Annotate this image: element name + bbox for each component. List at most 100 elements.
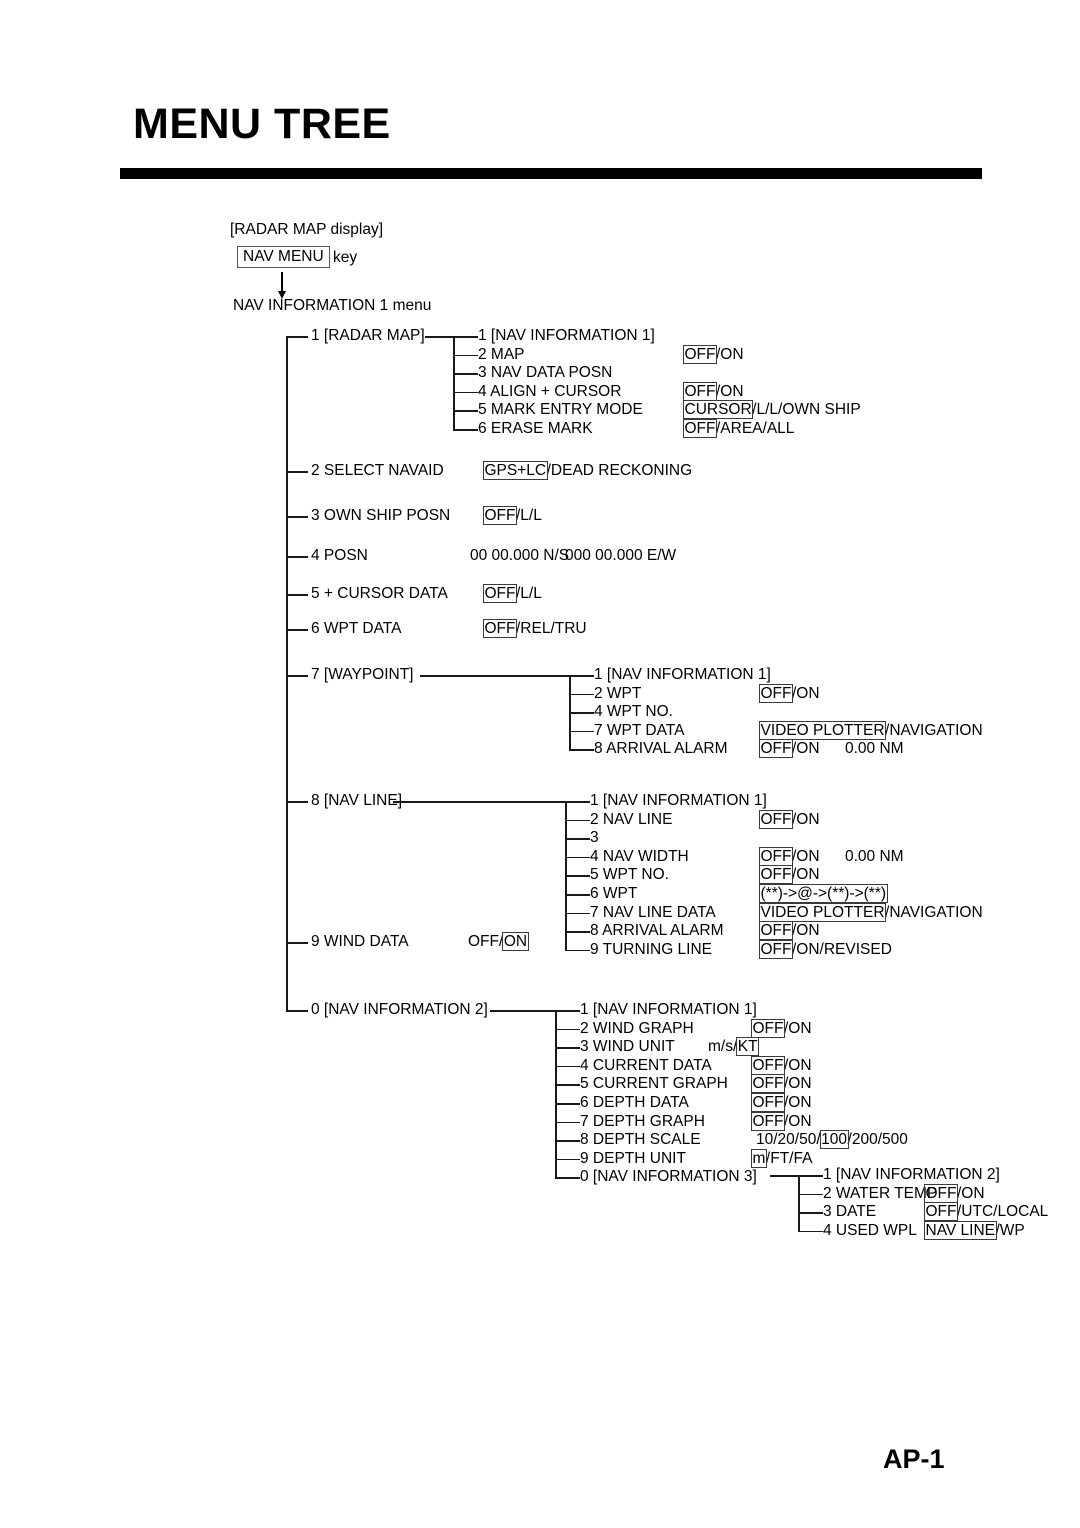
tree-item-label[interactable]: 8 DEPTH SCALE [580, 1130, 701, 1149]
tree-item-label[interactable]: 2 NAV LINE [590, 810, 672, 829]
tree-connector-horizontal [569, 749, 594, 751]
tree-item-value: OFF/L/L [483, 584, 542, 603]
tree-connector-horizontal [565, 949, 590, 952]
tree-item-label[interactable]: 6 WPT DATA [311, 619, 401, 638]
option: /ON [792, 847, 820, 865]
tree-item-value: OFF/ON [751, 1074, 812, 1094]
tree-item-label[interactable]: 5 + CURSOR DATA [311, 584, 448, 603]
selected-option: OFF [924, 1202, 958, 1222]
tree-item-value: OFF/ON [683, 344, 744, 364]
selected-option: OFF [683, 419, 717, 438]
tree-item-label[interactable]: 1 [NAV INFORMATION 1] [478, 326, 655, 345]
tree-item-label[interactable]: 3 WIND UNIT [580, 1037, 675, 1056]
tree-connector-horizontal [393, 801, 565, 803]
tree-item-label[interactable]: 4 ALIGN + CURSOR [478, 382, 621, 401]
tree-item-label[interactable]: 0 [NAV INFORMATION 2] [311, 1000, 488, 1019]
tree-item-label[interactable]: 2 MAP [478, 345, 525, 364]
tree-item-label[interactable]: 2 WIND GRAPH [580, 1019, 694, 1038]
tree-connector-horizontal [286, 336, 308, 338]
tree-item-value: OFF/ON [759, 846, 820, 866]
tree-item-label[interactable]: 3 DATE [823, 1202, 876, 1221]
tree-item-label[interactable]: 9 TURNING LINE [590, 940, 712, 959]
tree-item-label[interactable]: 9 DEPTH UNIT [580, 1149, 686, 1168]
tree-connector-horizontal [770, 1175, 798, 1177]
tree-item-label[interactable]: 5 CURRENT GRAPH [580, 1074, 728, 1093]
tree-connector-vertical [569, 675, 571, 751]
tree-item-label[interactable]: 2 WPT [594, 684, 641, 703]
selected-option: CURSOR [682, 400, 754, 420]
tree-connector-horizontal [286, 629, 308, 631]
tree-item-label[interactable]: 3 NAV DATA POSN [478, 363, 612, 382]
tree-item-label[interactable]: 9 WIND DATA [311, 932, 409, 951]
selected-option: (**)->@->(**)->(**) [759, 884, 888, 903]
tree-item-label[interactable]: 3 OWN SHIP POSN [311, 506, 450, 525]
tree-item-label[interactable]: 0 [NAV INFORMATION 3] [580, 1167, 757, 1186]
option: /L/L [516, 585, 542, 602]
tree-item-label[interactable]: 7 NAV LINE DATA [590, 903, 716, 922]
tree-item-label[interactable]: 2 WATER TEMP [823, 1184, 937, 1203]
tree-connector-horizontal [798, 1175, 823, 1177]
tree-item-label[interactable]: 1 [NAV INFORMATION 1] [590, 791, 767, 810]
nav-menu-key-suffix: key [333, 249, 358, 266]
tree-item-label[interactable]: 1 [NAV INFORMATION 1] [594, 665, 771, 684]
option: /NAVIGATION [885, 721, 983, 739]
selected-option: OFF [751, 1074, 785, 1094]
tree-item-label[interactable]: 1 [NAV INFORMATION 2] [823, 1165, 1000, 1184]
tree-connector-vertical [555, 1010, 557, 1179]
tree-connector-horizontal [286, 516, 308, 518]
tree-item-label[interactable]: 3 [590, 828, 599, 847]
tree-item-label[interactable]: 5 WPT NO. [590, 865, 669, 884]
option: /ON [716, 345, 744, 363]
selected-option: OFF [683, 344, 717, 364]
page-number: AP-1 [883, 1444, 945, 1474]
document-page: MENU TREE [RADAR MAP display] NAV MENU k… [0, 0, 1080, 1528]
tree-connector-horizontal [565, 801, 590, 803]
tree-item-value: OFF/ON [751, 1093, 812, 1112]
option: /DEAD RECKONING [546, 462, 693, 479]
tree-connector-horizontal [569, 675, 594, 677]
selected-option: OFF [759, 739, 793, 759]
tree-item-label[interactable]: 4 POSN [311, 546, 368, 565]
selected-option: ON [502, 932, 529, 951]
tree-connector-horizontal [569, 693, 594, 696]
nav-menu-key[interactable]: NAV MENU [237, 246, 330, 268]
tree-item-label[interactable]: 7 DEPTH GRAPH [580, 1112, 705, 1131]
tree-item-label[interactable]: 1 [RADAR MAP] [311, 326, 425, 345]
tree-connector-horizontal [286, 801, 308, 803]
tree-item-label[interactable]: 2 SELECT NAVAID [311, 461, 444, 480]
tree-item-label[interactable]: 7 WPT DATA [594, 721, 684, 740]
option: /AREA/ALL [716, 420, 795, 437]
selected-option: OFF [483, 619, 517, 638]
tree-connector-horizontal [286, 942, 308, 944]
selected-option: VIDEO PLOTTER [758, 720, 887, 740]
option: /REL/TRU [516, 620, 587, 637]
option: /ON [792, 866, 820, 884]
tree-item-value: OFF/ON [751, 1055, 812, 1075]
nav-information-1-menu-label: NAV INFORMATION 1 menu [233, 297, 432, 314]
tree-item-label[interactable]: 8 [NAV LINE] [311, 791, 402, 810]
option: /ON [784, 1112, 812, 1130]
tree-item-label[interactable]: 4 WPT NO. [594, 702, 673, 721]
tree-item-label[interactable]: 4 NAV WIDTH [590, 847, 689, 866]
tree-connector-horizontal [286, 1010, 308, 1012]
tree-item-label[interactable]: 4 CURRENT DATA [580, 1056, 712, 1075]
tree-item-value: OFF/AREA/ALL [683, 419, 795, 438]
tree-connector-horizontal [286, 556, 308, 558]
tree-item-value: GPS+LC/DEAD RECKONING [483, 461, 693, 480]
tree-item-value: OFF/ON [751, 1111, 812, 1131]
tree-item-label[interactable]: 8 ARRIVAL ALARM [594, 739, 728, 758]
tree-item-label[interactable]: 6 DEPTH DATA [580, 1093, 689, 1112]
tree-item-label[interactable]: 6 WPT [590, 884, 637, 903]
option: /ON [784, 1019, 812, 1037]
selected-option: OFF [483, 506, 517, 525]
selected-option: OFF [759, 939, 793, 959]
tree-item-label[interactable]: 8 ARRIVAL ALARM [590, 921, 724, 940]
tree-connector-horizontal [425, 336, 453, 338]
tree-item-label[interactable]: 6 ERASE MARK [478, 419, 593, 438]
tree-item-label[interactable]: 5 MARK ENTRY MODE [478, 400, 643, 419]
tree-item-label[interactable]: 7 [WAYPOINT] [311, 665, 413, 684]
tree-item-label[interactable]: 1 [NAV INFORMATION 1] [580, 1000, 757, 1019]
option: /ON/REVISED [792, 940, 892, 958]
tree-connector-horizontal [565, 875, 590, 877]
tree-item-label[interactable]: 4 USED WPL [823, 1221, 917, 1240]
